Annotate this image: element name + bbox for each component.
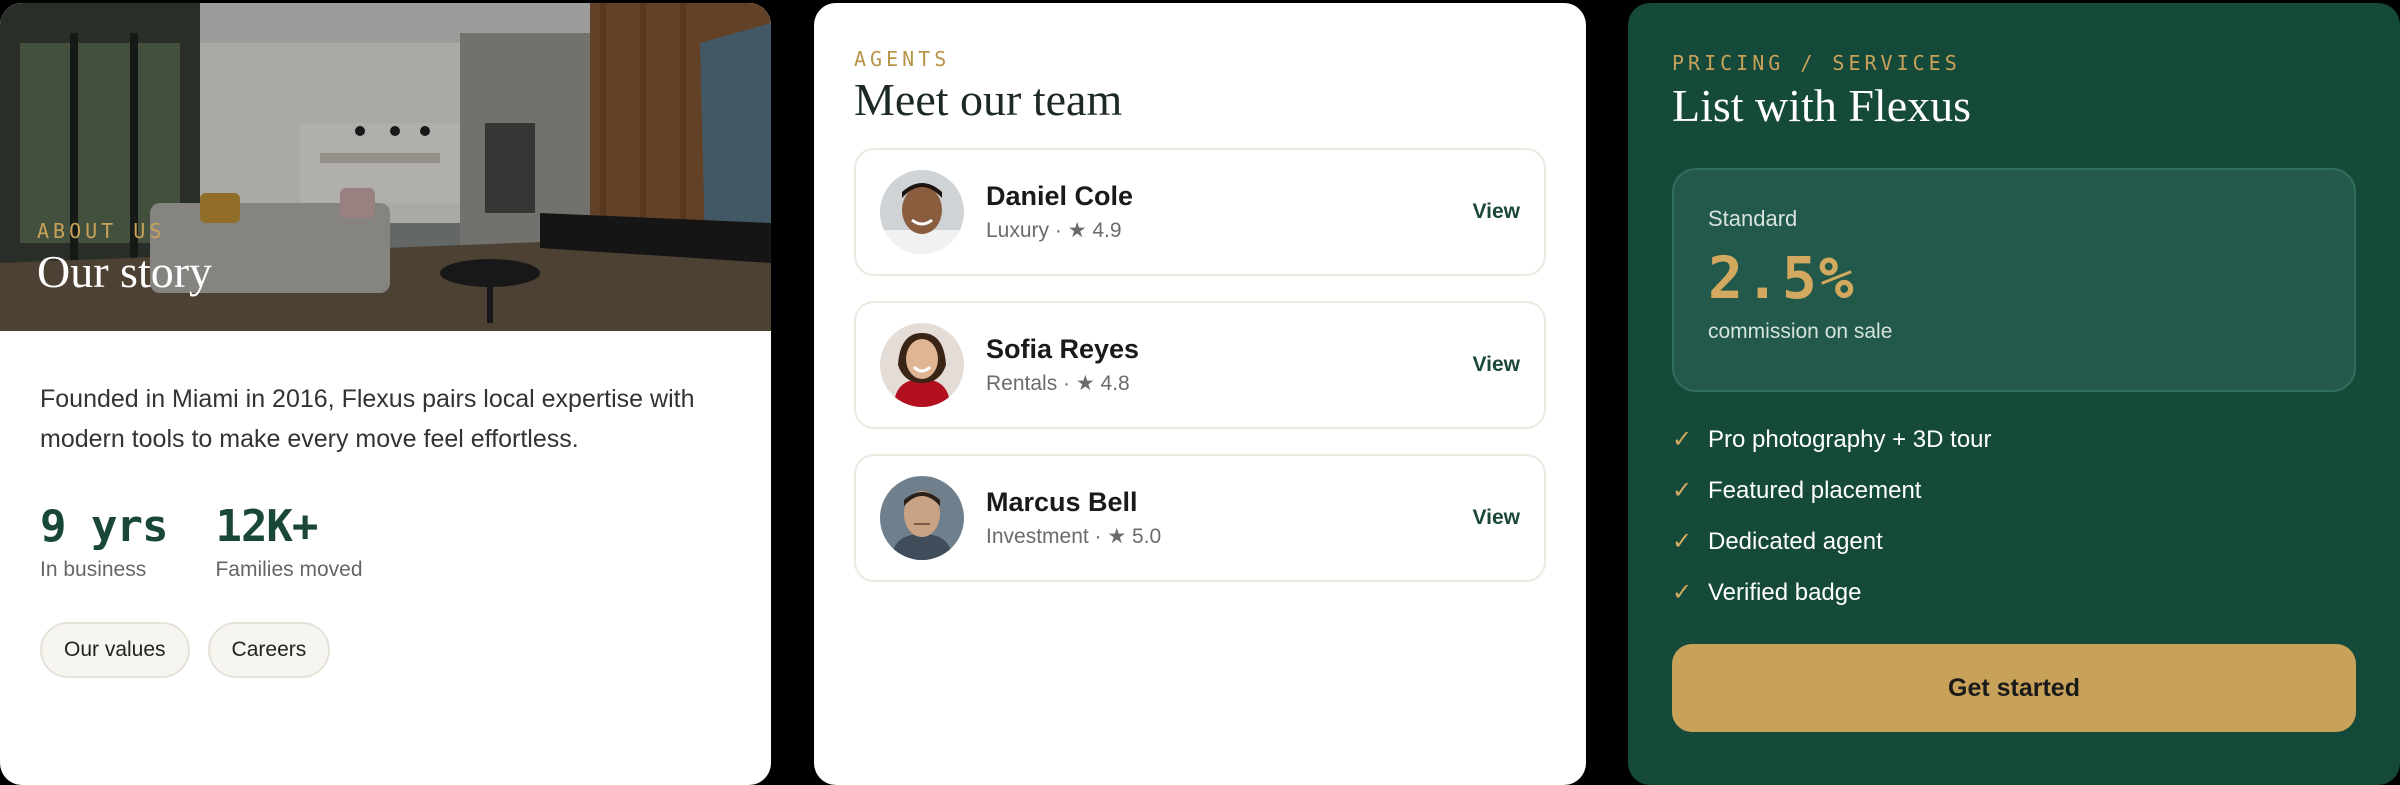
team-title: Meet our team [854,74,1123,125]
get-started-button[interactable]: Get started [1672,644,2356,732]
plan-box: Standard 2.5% commission on sale [1672,168,2356,392]
team-eyebrow: AGENTS [854,47,951,71]
about-description: Founded in Miami in 2016, Flexus pairs l… [40,385,695,453]
stat-label: In business [40,558,147,581]
team-card: AGENTS Meet our team Daniel Cole Luxury … [814,3,1586,785]
feature-label: Featured placement [1708,476,1922,504]
agent-name: Marcus Bell [986,487,1138,517]
feature-item: ✓ Pro photography + 3D tour [1672,414,2356,465]
about-eyebrow: ABOUT US [37,219,166,243]
careers-chip[interactable]: Careers [207,622,331,678]
check-icon: ✓ [1672,528,1693,555]
stats-row: 9 yrs In business 12K+ Families moved [40,501,731,582]
view-agent-link[interactable]: View [1473,506,1520,530]
agent-meta: Investment · ★ 5.0 [986,525,1162,548]
agent-meta: Luxury · ★ 4.9 [986,219,1122,242]
check-icon: ✓ [1672,477,1693,504]
agent-meta: Rentals · ★ 4.8 [986,372,1130,395]
feature-item: ✓ Dedicated agent [1672,516,2356,567]
hero-image: ABOUT US Our story [0,3,771,331]
plan-name: Standard [1708,206,1798,231]
view-agent-link[interactable]: View [1473,200,1520,224]
agent-row-daniel-cole[interactable]: Daniel Cole Luxury · ★ 4.9 View [854,148,1546,276]
plan-note: commission on sale [1708,320,1893,343]
stat-families: 12K+ Families moved [215,501,362,582]
feature-item: ✓ Verified badge [1672,567,2356,618]
check-icon: ✓ [1672,579,1693,606]
feature-label: Dedicated agent [1708,527,1883,555]
avatar [880,323,964,407]
avatar [880,476,964,560]
agent-name: Daniel Cole [986,181,1134,211]
feature-list: ✓ Pro photography + 3D tour ✓ Featured pla… [1672,414,2356,618]
stat-value: 9 yrs [40,501,168,552]
view-agent-link[interactable]: View [1473,353,1520,377]
about-card: ABOUT US Our story Founded in Miami in 2… [0,3,771,785]
avatar [880,170,964,254]
feature-item: ✓ Featured placement [1672,465,2356,516]
check-icon: ✓ [1672,426,1693,453]
about-title: Our story [37,246,213,297]
agent-row-sofia-reyes[interactable]: Sofia Reyes Rentals · ★ 4.8 View [854,301,1546,429]
plan-rate: 2.5% [1708,244,1856,312]
pricing-card: PRICING / SERVICES List with Flexus Stan… [1628,3,2400,785]
stat-years: 9 yrs In business [40,501,168,582]
pricing-eyebrow: PRICING / SERVICES [1672,51,1961,75]
stat-value: 12K+ [215,501,318,552]
agent-list: Daniel Cole Luxury · ★ 4.9 View Sofia Re… [854,148,1546,582]
agent-name: Sofia Reyes [986,334,1140,364]
feature-label: Pro photography + 3D tour [1708,425,1992,453]
stat-label: Families moved [215,558,363,581]
our-values-chip[interactable]: Our values [40,622,190,678]
pricing-title: List with Flexus [1672,80,1972,131]
feature-label: Verified badge [1708,578,1862,606]
agent-row-marcus-bell[interactable]: Marcus Bell Investment · ★ 5.0 View [854,454,1546,582]
